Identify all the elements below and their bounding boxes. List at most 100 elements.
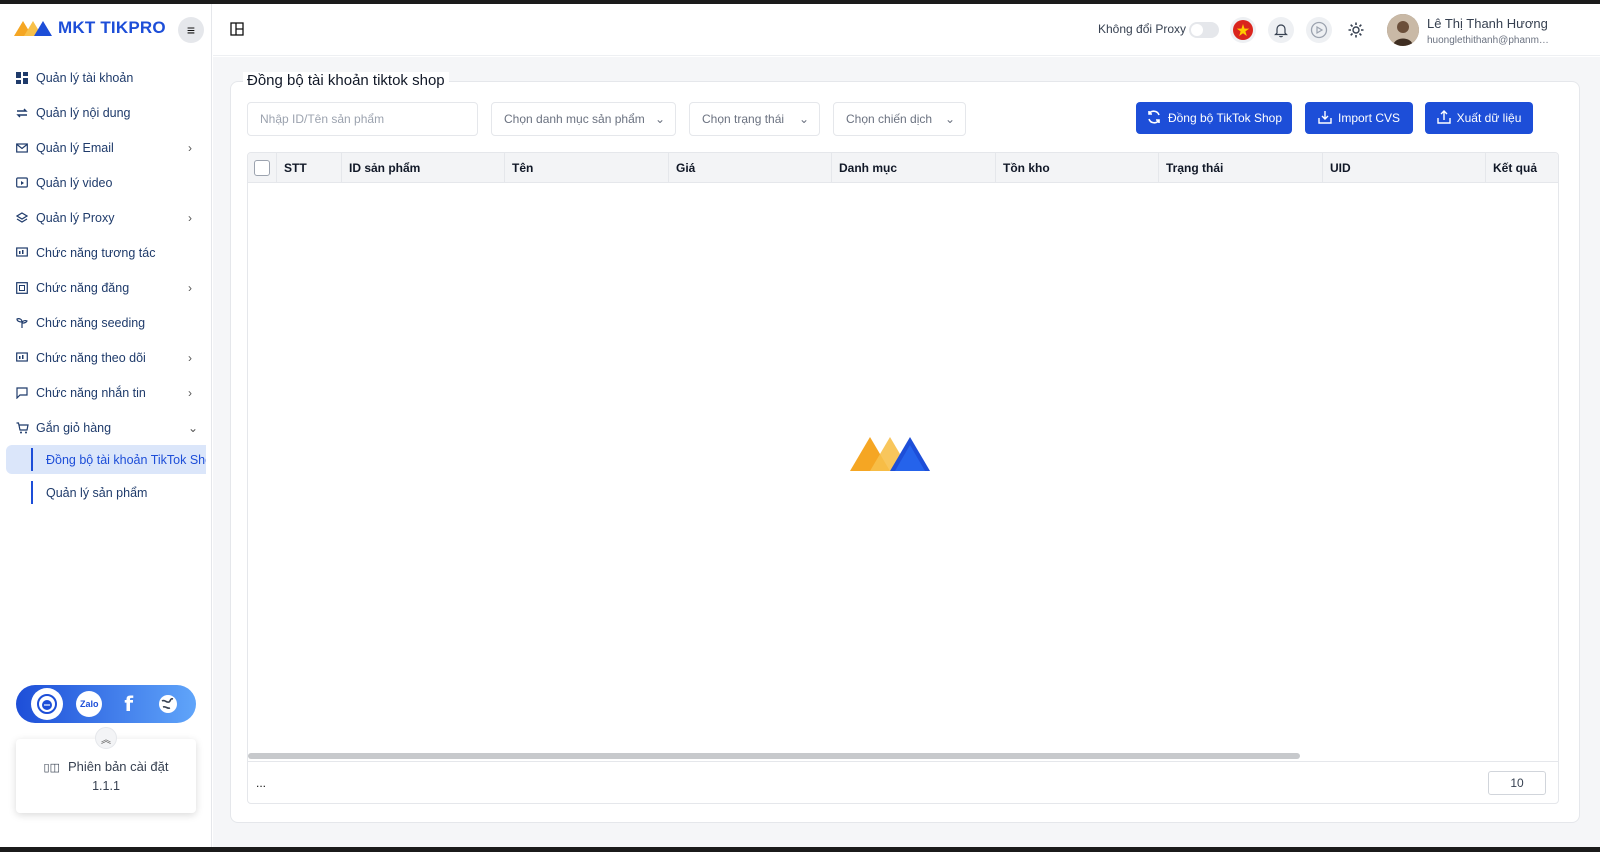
- zalo-icon[interactable]: Zalo: [76, 691, 103, 717]
- top-bar: Không đổi Proxy Lê Thị Thanh Hương huong…: [213, 4, 1600, 56]
- follow-icon: [15, 351, 29, 365]
- sidebar-item-seeding[interactable]: Chức năng seeding: [0, 305, 212, 340]
- cart-icon: [15, 421, 29, 435]
- import-button-label: Import CVS: [1337, 111, 1400, 125]
- layout-toggle-icon[interactable]: [230, 22, 244, 41]
- search-input[interactable]: Nhập ID/Tên sản phẩm: [247, 102, 478, 136]
- user-name: Lê Thị Thanh Hương: [1427, 16, 1548, 31]
- video-icon: [15, 176, 29, 190]
- sidebar-subitem-sync-tiktok-shop[interactable]: Đồng bộ tài khoản TikTok Shop: [6, 445, 206, 474]
- campaign-select-value: Chọn chiến dịch: [846, 112, 933, 126]
- category-select[interactable]: Chọn danh mục sản phẩm ⌄: [491, 102, 676, 136]
- layers-icon: [15, 211, 29, 225]
- support-icon[interactable]: [30, 688, 63, 720]
- sidebar-item-label: Chức năng đăng: [36, 280, 130, 295]
- sidebar-item-label: Quản lý tài khoản: [36, 70, 134, 85]
- chat-icon: [15, 386, 29, 400]
- chevron-right-icon: ›: [188, 140, 192, 155]
- chevron-right-icon: ›: [188, 210, 192, 225]
- horizontal-scrollbar[interactable]: [248, 753, 1300, 759]
- category-select-value: Chọn danh mục sản phẩm: [504, 112, 645, 126]
- sidebar-item-post[interactable]: Chức năng đăng ›: [0, 270, 212, 305]
- brand-logo[interactable]: MKT TIKPRO: [12, 18, 166, 38]
- import-csv-button[interactable]: Import CVS: [1305, 102, 1413, 134]
- globe-icon[interactable]: [155, 691, 181, 717]
- status-select-value: Chọn trạng thái: [702, 112, 785, 126]
- campaign-select[interactable]: Chọn chiến dịch ⌄: [833, 102, 966, 136]
- mail-icon: [15, 141, 29, 155]
- sidebar-item-content[interactable]: Quản lý nội dung: [0, 95, 212, 130]
- zalo-text: Zalo: [79, 699, 99, 709]
- post-icon: [15, 281, 29, 295]
- swap-icon: [15, 106, 29, 120]
- sidebar-item-proxy[interactable]: Quản lý Proxy ›: [0, 200, 212, 235]
- sidebar-item-interact[interactable]: Chức năng tương tác: [0, 235, 212, 270]
- play-circle-icon[interactable]: [1306, 17, 1332, 43]
- sidebar-item-cart[interactable]: Gắn giỏ hàng ⌄: [0, 410, 212, 445]
- loading-logo-icon: [848, 433, 932, 476]
- sidebar-item-chat[interactable]: Chức năng nhắn tin ›: [0, 375, 212, 410]
- select-all-cell: [248, 153, 277, 183]
- sidebar-item-label: Quản lý nội dung: [36, 105, 131, 120]
- double-chevron-up-icon[interactable]: ︽: [95, 727, 117, 749]
- page-size-input[interactable]: 10: [1488, 771, 1546, 795]
- sidebar-item-label: Quản lý Proxy: [36, 210, 115, 225]
- user-email: huonglethithanh@phanmemmkt.vn: [1427, 35, 1552, 46]
- export-button-label: Xuất dữ liệu: [1456, 111, 1522, 125]
- app-window: MKT TIKPRO ≡ Quản lý tài khoản Quản lý n…: [0, 4, 1600, 847]
- dashboard-icon: [15, 71, 29, 85]
- sidebar-item-follow[interactable]: Chức năng theo dõi ›: [0, 340, 212, 375]
- bell-icon[interactable]: [1268, 17, 1294, 43]
- sync-tiktok-shop-button[interactable]: Đồng bộ TikTok Shop: [1136, 102, 1292, 134]
- column-header-product-id[interactable]: ID sản phẩm: [342, 153, 505, 183]
- column-header-stock[interactable]: Tồn kho: [996, 153, 1159, 183]
- sidebar-item-label: Quản lý video: [36, 175, 113, 190]
- chevron-down-icon: ⌄: [944, 112, 955, 126]
- sidebar-item-label: Chức năng theo dõi: [36, 350, 146, 365]
- main-content: Đồng bộ tài khoản tiktok shop Nhập ID/Tê…: [213, 57, 1600, 847]
- version-label: Phiên bản cài đặt: [67, 759, 169, 774]
- column-header-status[interactable]: Trạng thái: [1159, 153, 1323, 183]
- select-all-checkbox[interactable]: [254, 160, 270, 176]
- sync-icon: [1146, 109, 1162, 128]
- column-header-category[interactable]: Danh mục: [832, 153, 996, 183]
- status-select[interactable]: Chọn trạng thái ⌄: [689, 102, 820, 136]
- column-header-uid[interactable]: UID: [1323, 153, 1486, 183]
- logo-mark-icon: [14, 21, 52, 36]
- sidebar-item-email[interactable]: Quản lý Email ›: [0, 130, 212, 165]
- avatar[interactable]: [1387, 14, 1419, 46]
- menu-toggle-icon[interactable]: ≡: [178, 17, 204, 43]
- proxy-toggle-label: Không đổi Proxy: [1098, 22, 1187, 36]
- sidebar-subitem-products[interactable]: Quản lý sản phẩm: [6, 478, 206, 507]
- sidebar-subitem-label: Đồng bộ tài khoản TikTok Shop: [46, 452, 206, 467]
- upload-icon: [1436, 109, 1451, 127]
- pagination-ellipsis[interactable]: ...: [256, 776, 266, 790]
- sidebar: MKT TIKPRO ≡ Quản lý tài khoản Quản lý n…: [0, 4, 212, 847]
- chevron-right-icon: ›: [188, 280, 192, 295]
- sidebar-item-account[interactable]: Quản lý tài khoản: [0, 60, 212, 95]
- interact-icon: [15, 246, 29, 260]
- gear-icon[interactable]: [1343, 17, 1369, 43]
- version-card: ▯◫ Phiên bản cài đặt 1.1.1: [16, 739, 196, 813]
- facebook-icon[interactable]: f: [116, 691, 142, 717]
- brand-name: MKT TIKPRO: [58, 18, 166, 37]
- sync-panel: Đồng bộ tài khoản tiktok shop Nhập ID/Tê…: [230, 72, 1580, 823]
- column-header-name[interactable]: Tên: [505, 153, 669, 183]
- page-title: Đồng bộ tài khoản tiktok shop: [243, 72, 449, 89]
- chevron-down-icon: ⌄: [188, 420, 199, 435]
- chevron-down-icon: ⌄: [798, 112, 809, 126]
- taskbar-strip: [0, 847, 1600, 852]
- version-icon: ▯◫: [43, 762, 60, 774]
- sidebar-item-video[interactable]: Quản lý video: [0, 165, 212, 200]
- proxy-toggle[interactable]: [1189, 22, 1219, 38]
- sidebar-subitem-label: Quản lý sản phẩm: [46, 485, 148, 500]
- column-header-price[interactable]: Giá: [669, 153, 832, 183]
- download-icon: [1318, 110, 1332, 127]
- version-number: 1.1.1: [92, 779, 120, 793]
- sync-button-label: Đồng bộ TikTok Shop: [1167, 111, 1283, 125]
- column-header-result[interactable]: Kết quả: [1486, 153, 1558, 183]
- vietnam-flag-icon[interactable]: [1230, 17, 1256, 43]
- chevron-right-icon: ›: [188, 350, 192, 365]
- column-header-stt[interactable]: STT: [277, 153, 342, 183]
- export-data-button[interactable]: Xuất dữ liệu: [1425, 102, 1533, 134]
